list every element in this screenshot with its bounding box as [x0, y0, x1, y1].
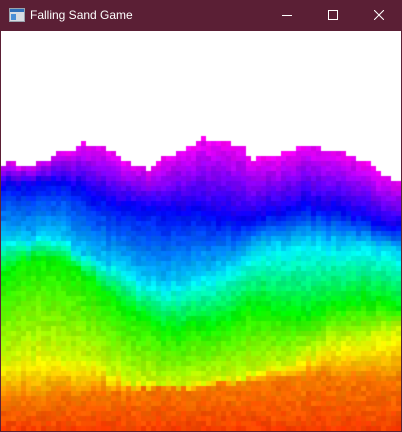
- maximize-icon: [328, 10, 338, 20]
- app-window-icon: [9, 8, 25, 22]
- sand-canvas-area[interactable]: [1, 31, 401, 431]
- game-window: Falling Sand Game: [0, 0, 402, 432]
- close-button[interactable]: [356, 0, 402, 30]
- window-title: Falling Sand Game: [30, 8, 133, 22]
- minimize-icon: [282, 10, 292, 20]
- minimize-button[interactable]: [264, 0, 310, 30]
- maximize-button[interactable]: [310, 0, 356, 30]
- close-icon: [374, 10, 384, 20]
- title-bar[interactable]: Falling Sand Game: [0, 0, 402, 30]
- sand-canvas[interactable]: [1, 31, 401, 431]
